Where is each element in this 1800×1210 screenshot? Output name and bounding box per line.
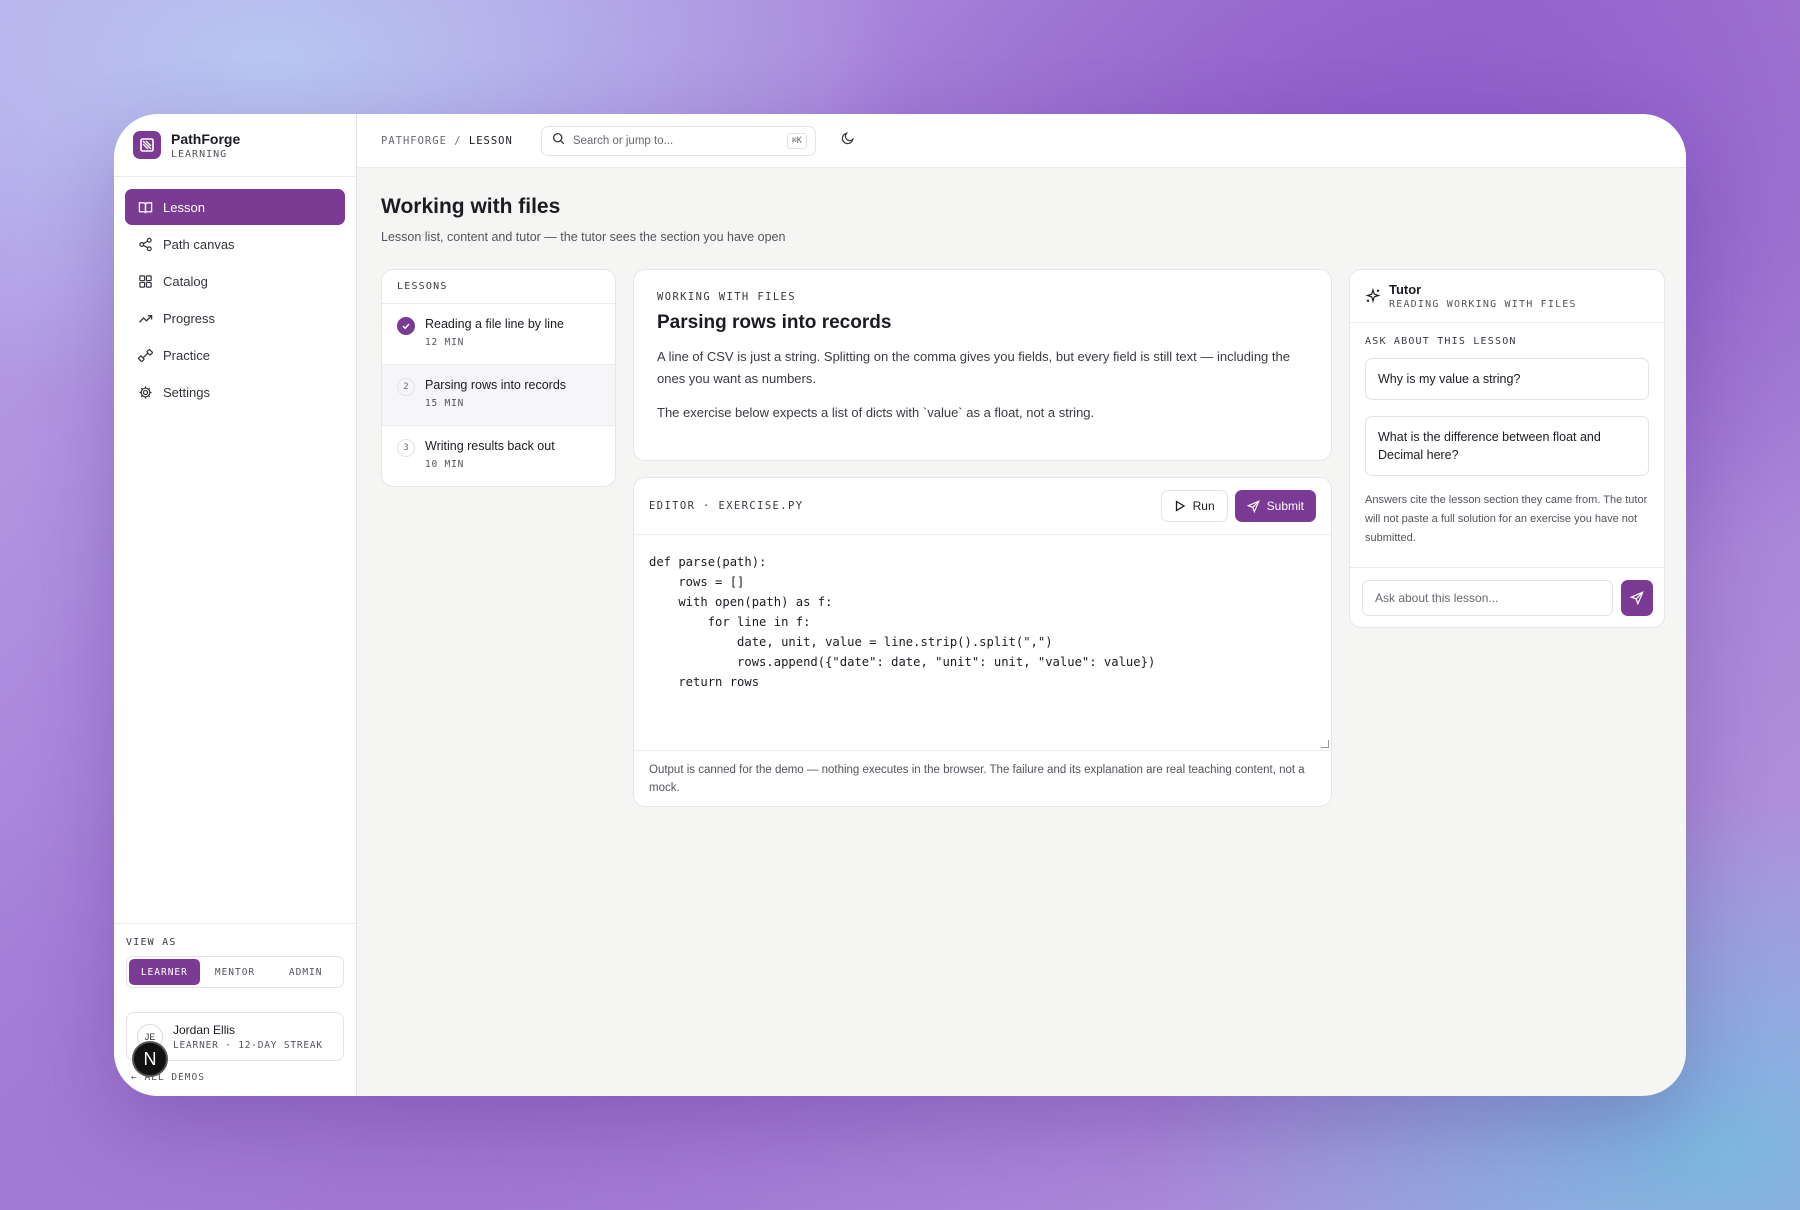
breadcrumb: PATHFORGE / LESSON [381,135,513,147]
sidebar-item-progress[interactable]: Progress [125,300,345,336]
sidebar-item-settings[interactable]: Settings [125,374,345,410]
send-icon [1246,499,1260,513]
trend-icon [137,310,153,326]
user-name: Jordan Ellis [173,1022,236,1037]
page-title: Working with files [381,195,561,218]
lesson-title: Parsing rows into records [425,378,567,392]
content-paragraph: A line of CSV is just a string. Splittin… [657,349,1290,386]
lessons-header: LESSONS [382,270,615,304]
send-icon [1630,590,1644,605]
check-icon [397,317,415,335]
tutor-note: Answers cite the lesson section they cam… [1365,494,1648,544]
run-button[interactable]: Run [1160,490,1228,522]
lesson-number: 3 [397,439,415,457]
resize-handle[interactable] [1321,740,1329,748]
tutor-input-bar [1350,567,1664,627]
code-textarea[interactable]: def parse(path): rows = [] with open(pat… [634,535,1331,751]
sidebar-item-label: Catalog [163,273,208,289]
search-shortcut: ⌘K [786,132,807,149]
dumbbell-icon [137,347,153,363]
editor-footer-note: Output is canned for the demo — nothing … [649,764,1305,794]
lesson-item[interactable]: Reading a file line by line 12 MIN [382,304,615,365]
moon-icon [841,131,855,150]
grid-icon [137,273,153,289]
sidebar-item-label: Path canvas [163,236,235,252]
lessons-panel: LESSONS Reading a file line by line 12 M… [381,269,616,487]
editor-label: EDITOR · EXERCISE.PY [649,500,804,512]
view-as-label: VIEW AS [126,937,177,948]
code-text: def parse(path): rows = [] with open(pat… [649,555,1156,689]
breadcrumb-root[interactable]: PATHFORGE [381,135,447,147]
run-label: Run [1192,499,1215,513]
next-dev-badge-icon[interactable]: N [132,1041,168,1077]
tutor-title: Tutor [1389,282,1422,297]
theme-toggle-button[interactable] [836,129,860,153]
code-editor-panel: EDITOR · EXERCISE.PY Run Submit def pars… [633,477,1332,807]
book-icon [137,199,153,215]
topbar: PATHFORGE / LESSON ⌘K [357,114,1686,168]
gear-icon [137,384,153,400]
view-as-learner[interactable]: LEARNER [129,959,200,985]
page-subtitle: Lesson list, content and tutor — the tut… [381,230,786,244]
sidebar-item-catalog[interactable]: Catalog [125,263,345,299]
tutor-subtitle: READING WORKING WITH FILES [1389,299,1577,310]
share-nodes-icon [137,236,153,252]
app-window: PathForge LEARNING Lesson Path canvas Ca… [114,114,1686,1096]
sidebar-item-practice[interactable]: Practice [125,337,345,373]
suggested-question[interactable]: Why is my value a string? [1365,358,1649,400]
lesson-duration: 12 MIN [425,337,465,348]
content-paragraph: The exercise below expects a list of dic… [657,405,1095,420]
submit-label: Submit [1266,499,1304,513]
submit-button[interactable]: Submit [1234,490,1316,522]
sidebar-item-label: Practice [163,347,210,363]
view-as-section: VIEW AS LEARNER MENTOR ADMIN [114,923,356,988]
brand-name: PathForge [171,130,241,147]
ask-input[interactable] [1362,579,1613,616]
sidebar: PathForge LEARNING Lesson Path canvas Ca… [114,114,357,1096]
lesson-duration: 10 MIN [425,459,465,470]
lesson-number: 2 [397,378,415,396]
lesson-item[interactable]: 2 Parsing rows into records 15 MIN [382,365,615,426]
lesson-duration: 15 MIN [425,398,465,409]
brand-subtitle: LEARNING [171,148,228,160]
content-title: Parsing rows into records [657,312,892,333]
sidebar-item-label: Lesson [163,199,205,215]
send-button[interactable] [1621,579,1653,616]
tutor-panel: Tutor READING WORKING WITH FILES ASK ABO… [1349,269,1665,628]
search-input[interactable] [572,134,787,147]
sidebar-item-label: Settings [163,384,210,400]
lesson-content: WORKING WITH FILES Parsing rows into rec… [633,269,1332,461]
lesson-title: Reading a file line by line [425,317,564,331]
view-as-mentor[interactable]: MENTOR [200,959,271,985]
breadcrumb-current: LESSON [468,134,513,147]
sidebar-item-label: Progress [163,310,216,326]
editor-header: EDITOR · EXERCISE.PY Run Submit [634,478,1331,535]
view-as-admin[interactable]: ADMIN [270,959,341,985]
sidebar-item-lesson[interactable]: Lesson [125,189,345,225]
search-icon [552,132,565,150]
user-status: LEARNER · 12-DAY STREAK [173,1039,323,1051]
search-box[interactable]: ⌘K [540,125,816,156]
content-kicker: WORKING WITH FILES [657,291,796,303]
lesson-item[interactable]: 3 Writing results back out 10 MIN [382,426,615,486]
view-as-switcher: LEARNER MENTOR ADMIN [126,956,344,988]
play-icon [1175,500,1185,512]
lesson-title: Writing results back out [425,439,555,453]
sidebar-item-path-canvas[interactable]: Path canvas [125,226,345,262]
sparkles-icon [1365,288,1381,304]
brand[interactable]: PathForge LEARNING [114,114,356,177]
breadcrumb-separator: / [454,134,462,147]
tutor-ask-label: ASK ABOUT THIS LESSON [1365,336,1517,347]
tutor-header: Tutor READING WORKING WITH FILES [1350,270,1664,323]
main-area: PATHFORGE / LESSON ⌘K Working with files… [357,114,1686,1096]
brand-logo-icon [133,131,161,159]
suggested-question[interactable]: What is the difference between float and… [1365,416,1649,476]
sidebar-nav: Lesson Path canvas Catalog Progress Prac… [114,177,356,423]
